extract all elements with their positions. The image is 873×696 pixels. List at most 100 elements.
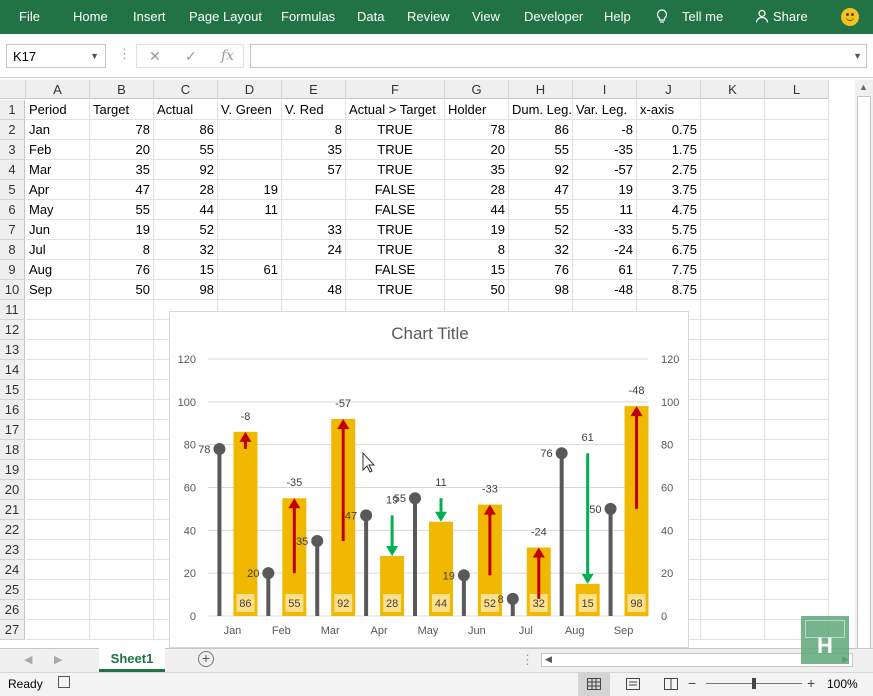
row-header[interactable]: 10: [0, 280, 25, 300]
row-header[interactable]: 16: [0, 400, 25, 420]
row-header[interactable]: 24: [0, 560, 25, 580]
grid-cell[interactable]: 48: [282, 280, 346, 300]
row-header[interactable]: 27: [0, 620, 25, 640]
grid-cell[interactable]: [701, 560, 765, 580]
grid-cell[interactable]: Target: [90, 100, 154, 120]
grid-cell[interactable]: 8: [445, 240, 509, 260]
grid-cell[interactable]: 11: [218, 200, 282, 220]
column-header[interactable]: A: [26, 80, 90, 99]
grid-cell[interactable]: 78: [445, 120, 509, 140]
tab-page-layout[interactable]: Page Layout: [189, 9, 262, 24]
grid-cell[interactable]: 55: [509, 140, 573, 160]
grid-cell[interactable]: 8: [90, 240, 154, 260]
grid-cell[interactable]: [765, 160, 829, 180]
grid-cell[interactable]: [26, 340, 90, 360]
grid-cell[interactable]: [90, 520, 154, 540]
zoom-out-button[interactable]: −: [688, 675, 696, 691]
grid-cell[interactable]: [26, 320, 90, 340]
grid-cell[interactable]: [90, 440, 154, 460]
grid-cell[interactable]: [701, 220, 765, 240]
grid-cell[interactable]: [218, 280, 282, 300]
grid-cell[interactable]: [26, 400, 90, 420]
grid-cell[interactable]: [282, 260, 346, 280]
grid-cell[interactable]: [701, 260, 765, 280]
tab-view[interactable]: View: [472, 9, 500, 24]
zoom-in-button[interactable]: +: [807, 675, 815, 691]
row-header[interactable]: 22: [0, 520, 25, 540]
grid-cell[interactable]: [765, 560, 829, 580]
grid-cell[interactable]: [701, 280, 765, 300]
grid-cell[interactable]: [765, 440, 829, 460]
grid-cell[interactable]: [765, 200, 829, 220]
grid-cell[interactable]: [765, 240, 829, 260]
grid-cell[interactable]: [701, 540, 765, 560]
column-header[interactable]: H: [509, 80, 573, 99]
grid-cell[interactable]: [701, 440, 765, 460]
row-header[interactable]: 9: [0, 260, 25, 280]
grid-cell[interactable]: 11: [573, 200, 637, 220]
grid-cell[interactable]: -35: [573, 140, 637, 160]
grid-cell[interactable]: -8: [573, 120, 637, 140]
column-header[interactable]: E: [282, 80, 346, 99]
grid-cell[interactable]: [765, 460, 829, 480]
grid-cell[interactable]: TRUE: [346, 280, 445, 300]
grid-cell[interactable]: [765, 580, 829, 600]
grid-cell[interactable]: 32: [154, 240, 218, 260]
grid-cell[interactable]: [26, 440, 90, 460]
more-options-icon[interactable]: ⋮: [118, 46, 131, 62]
column-header[interactable]: F: [346, 80, 445, 99]
grid-cell[interactable]: Actual: [154, 100, 218, 120]
grid-cell[interactable]: 24: [282, 240, 346, 260]
grid-cell[interactable]: -48: [573, 280, 637, 300]
grid-cell[interactable]: 19: [445, 220, 509, 240]
grid-cell[interactable]: FALSE: [346, 200, 445, 220]
cancel-icon[interactable]: ✕: [149, 48, 161, 65]
grid-cell[interactable]: [26, 620, 90, 640]
row-header[interactable]: 8: [0, 240, 25, 260]
grid-cell[interactable]: 0.75: [637, 120, 701, 140]
grid-cell[interactable]: [26, 300, 90, 320]
grid-cell[interactable]: 4.75: [637, 200, 701, 220]
grid-cell[interactable]: [90, 300, 154, 320]
grid-cell[interactable]: [765, 520, 829, 540]
grid-cell[interactable]: [701, 320, 765, 340]
grid-cell[interactable]: [90, 340, 154, 360]
grid-cell[interactable]: 52: [509, 220, 573, 240]
grid-cell[interactable]: 61: [218, 260, 282, 280]
grid-cell[interactable]: [90, 540, 154, 560]
grid-cell[interactable]: [701, 180, 765, 200]
grid-cell[interactable]: Aug: [26, 260, 90, 280]
row-header[interactable]: 25: [0, 580, 25, 600]
grid-cell[interactable]: 76: [509, 260, 573, 280]
zoom-slider[interactable]: [706, 678, 802, 689]
grid-cell[interactable]: May: [26, 200, 90, 220]
grid-cell[interactable]: [701, 380, 765, 400]
grid-cell[interactable]: 86: [509, 120, 573, 140]
grid-cell[interactable]: [701, 300, 765, 320]
grid-cell[interactable]: [90, 420, 154, 440]
grid-cell[interactable]: [765, 480, 829, 500]
row-header[interactable]: 11: [0, 300, 25, 320]
grid-cell[interactable]: Dum. Leg.: [509, 100, 573, 120]
row-header[interactable]: 17: [0, 420, 25, 440]
page-layout-view-icon[interactable]: [626, 678, 640, 690]
grid-cell[interactable]: 55: [509, 200, 573, 220]
grid-cell[interactable]: TRUE: [346, 220, 445, 240]
grid-cell[interactable]: 57: [282, 160, 346, 180]
grid-cell[interactable]: FALSE: [346, 180, 445, 200]
person-icon[interactable]: [755, 9, 769, 26]
grid-cell[interactable]: x-axis: [637, 100, 701, 120]
grid-cell[interactable]: [765, 280, 829, 300]
grid-cell[interactable]: 28: [445, 180, 509, 200]
grid-cell[interactable]: 20: [445, 140, 509, 160]
grid-cell[interactable]: TRUE: [346, 160, 445, 180]
tab-data[interactable]: Data: [357, 9, 384, 24]
grid-cell[interactable]: [701, 340, 765, 360]
grid-cell[interactable]: Holder: [445, 100, 509, 120]
grid-cell[interactable]: TRUE: [346, 140, 445, 160]
grid-cell[interactable]: V. Red: [282, 100, 346, 120]
row-header[interactable]: 6: [0, 200, 25, 220]
row-header[interactable]: 20: [0, 480, 25, 500]
grid-cell[interactable]: [218, 220, 282, 240]
chart[interactable]: Chart Title 0 0 20 20 40 40 60 60 80 80 100 100 120 12…: [169, 311, 689, 648]
